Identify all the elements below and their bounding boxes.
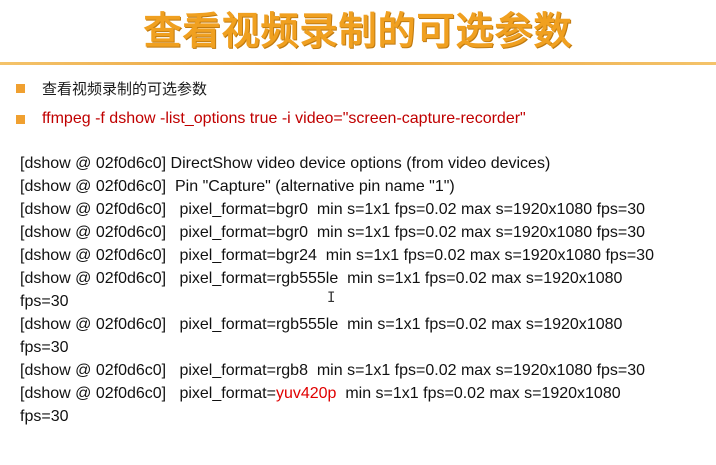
- output-line: fps=30: [20, 339, 69, 356]
- output-line: fps=30: [20, 293, 69, 310]
- slide-title: 查看视频录制的可选参数: [143, 9, 573, 53]
- title-divider: [0, 62, 716, 65]
- output-line: [dshow @ 02f0d6c0] pixel_format=rgb8 min…: [20, 362, 646, 379]
- command-text: ffmpeg -f dshow -list_options true -i vi…: [42, 110, 526, 127]
- output-line: fps=30: [20, 408, 69, 425]
- output-line-highlighted: [dshow @ 02f0d6c0] pixel_format=yuv420p …: [20, 382, 710, 405]
- bullet-text: 查看视频录制的可选参数: [42, 80, 208, 98]
- line-suffix: min s=1x1 fps=0.02 max s=1920x1080: [336, 385, 621, 402]
- slide: 查看视频录制的可选参数 查看视频录制的可选参数 ffmpeg -f dshow …: [0, 0, 716, 465]
- output-line: [dshow @ 02f0d6c0] pixel_format=rgb555le…: [20, 316, 623, 333]
- output-line: [dshow @ 02f0d6c0] pixel_format=bgr24 mi…: [20, 247, 654, 264]
- output-line: [dshow @ 02f0d6c0] Pin "Capture" (altern…: [20, 178, 455, 195]
- output-line: [dshow @ 02f0d6c0] pixel_format=rgb555le…: [20, 270, 623, 287]
- highlighted-format: yuv420p: [275, 385, 337, 402]
- command-output: [dshow @ 02f0d6c0] DirectShow video devi…: [20, 152, 710, 428]
- line-prefix: [dshow @ 02f0d6c0] pixel_format=: [20, 385, 276, 402]
- text-cursor-icon: I: [327, 290, 336, 306]
- output-line: [dshow @ 02f0d6c0] DirectShow video devi…: [20, 155, 551, 172]
- square-bullet-icon: [16, 114, 25, 124]
- output-line: [dshow @ 02f0d6c0] pixel_format=bgr0 min…: [20, 224, 646, 241]
- output-line: [dshow @ 02f0d6c0] pixel_format=bgr0 min…: [20, 201, 646, 218]
- bullet-item-description: 查看视频录制的可选参数: [16, 78, 207, 99]
- bullet-item-command: ffmpeg -f dshow -list_options true -i vi…: [16, 110, 526, 128]
- square-bullet-icon: [16, 84, 25, 93]
